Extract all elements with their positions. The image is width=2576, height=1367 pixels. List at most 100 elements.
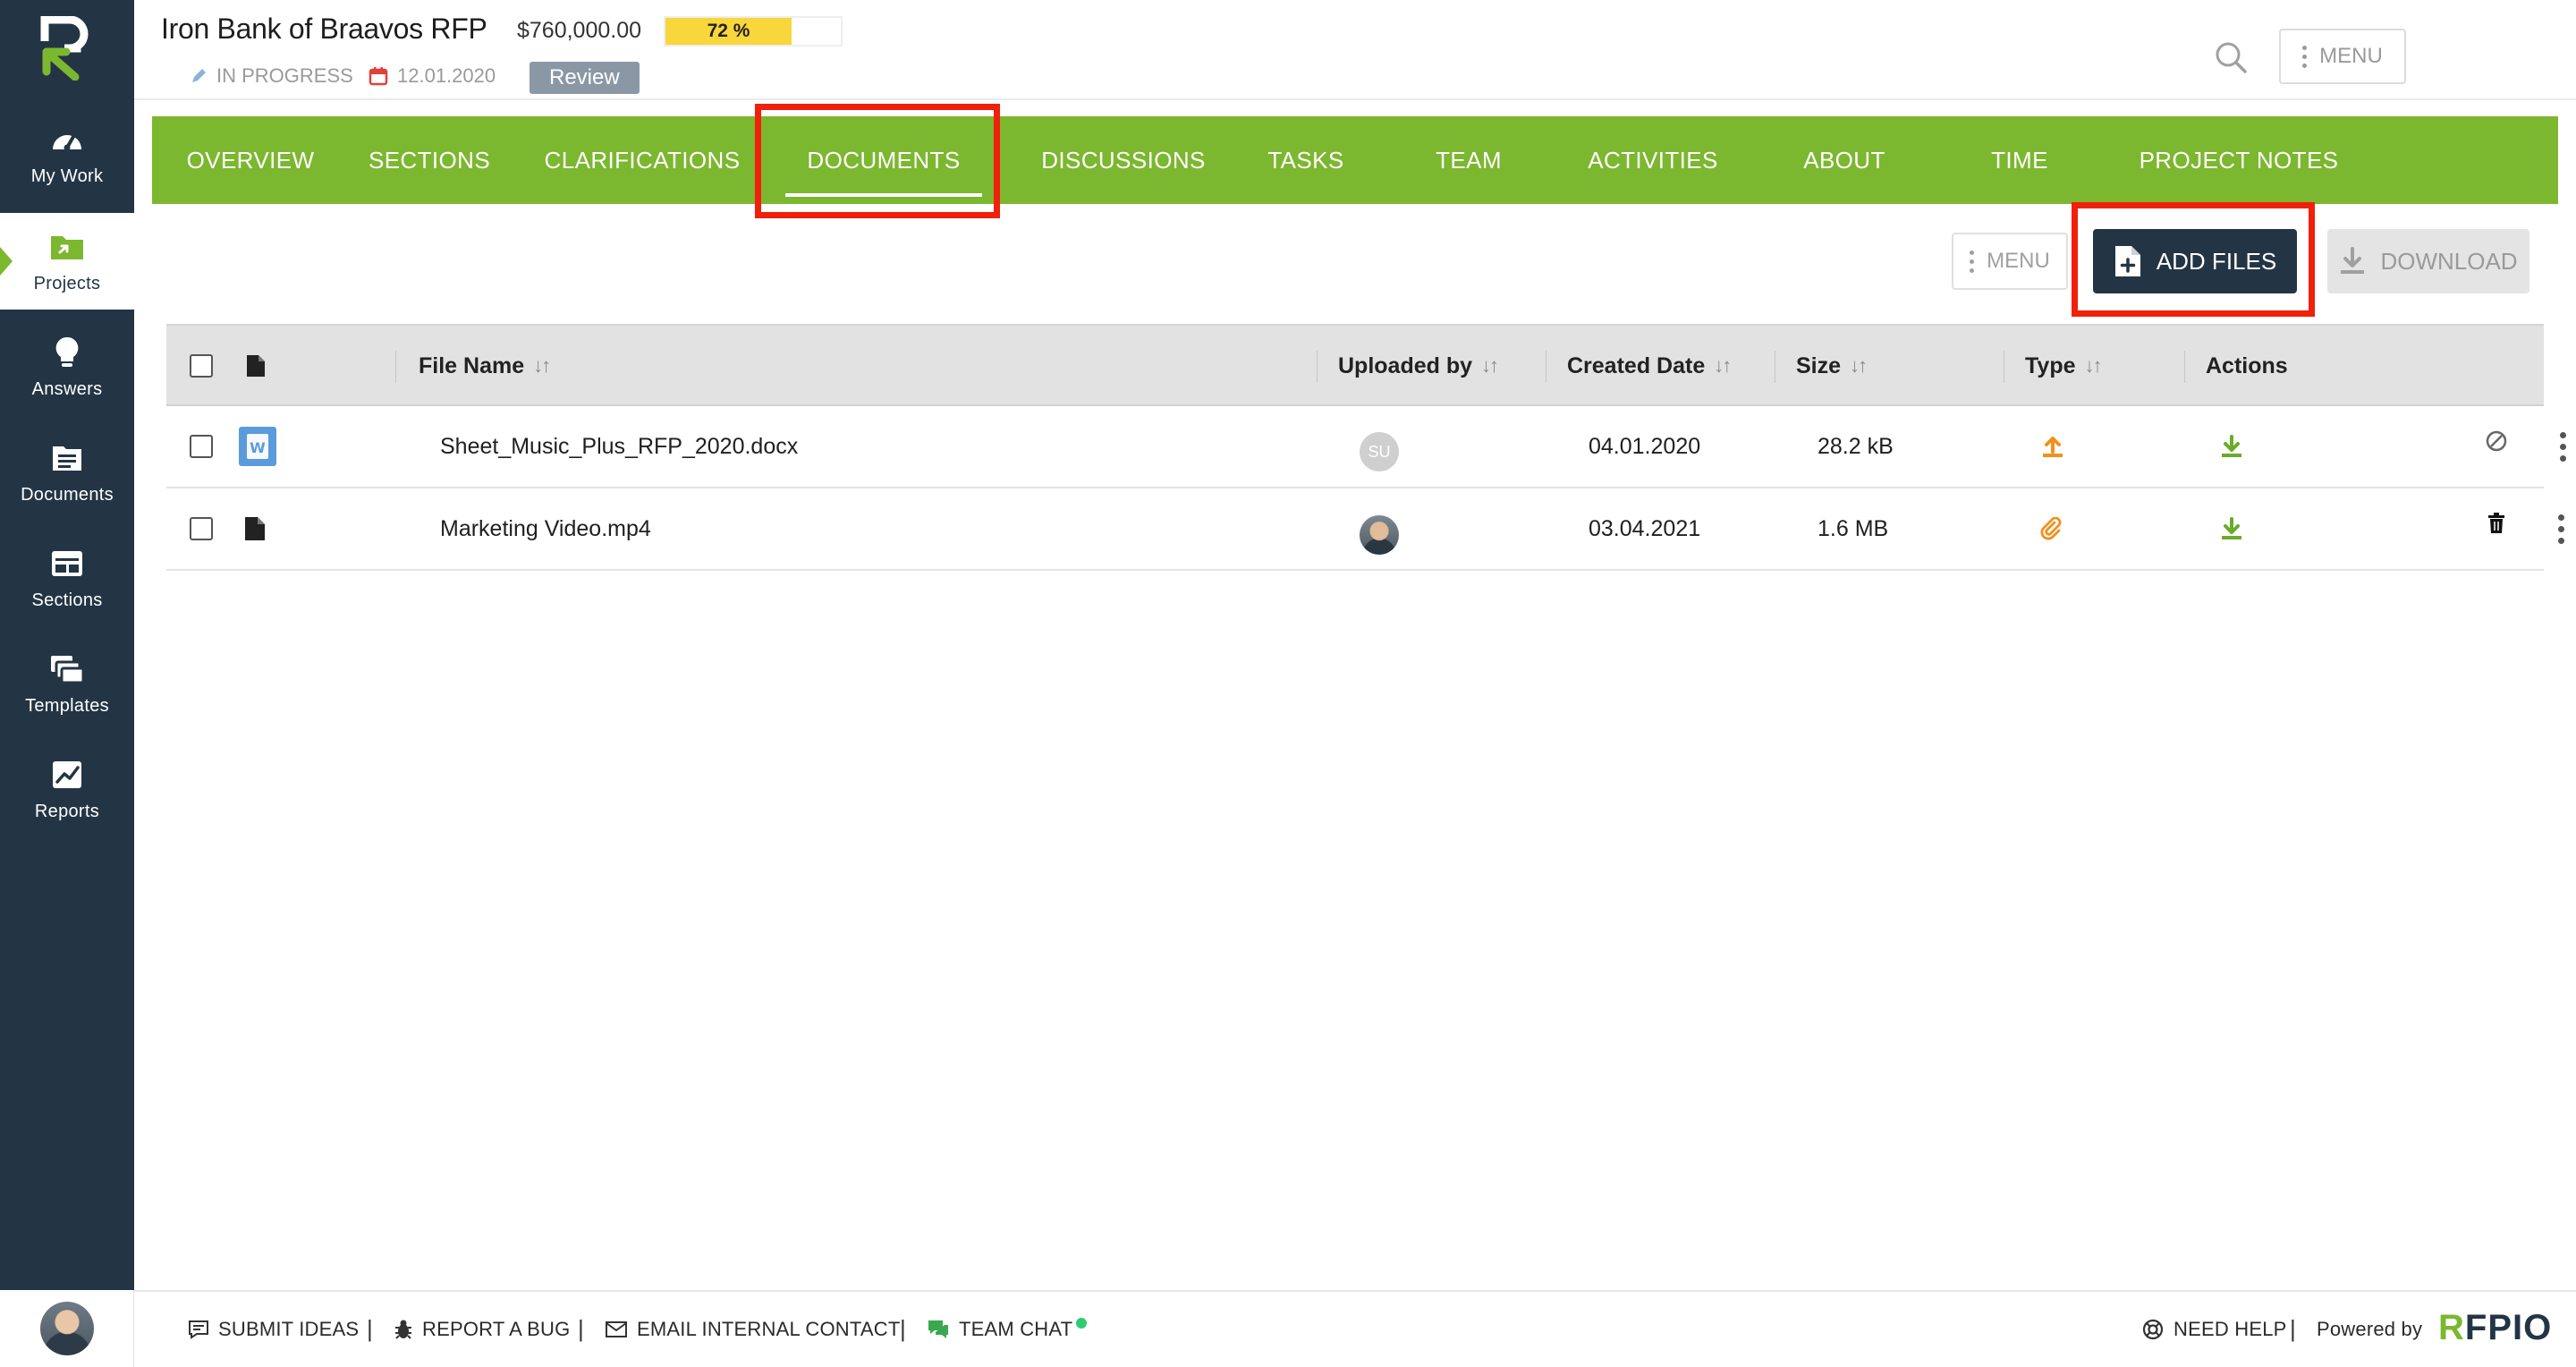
project-header: Iron Bank of Braavos RFP $760,000.00 72 … <box>134 0 2576 100</box>
sidebar-item-my-work[interactable]: My Work <box>0 106 134 202</box>
tab-documents[interactable]: DOCUMENTS <box>785 116 982 204</box>
column-divider <box>1317 351 1318 383</box>
footer-separator: | <box>2290 1315 2296 1342</box>
created-date: 03.04.2021 <box>1589 515 1701 541</box>
project-status-text: IN PROGRESS <box>216 64 353 87</box>
column-actions-label: Actions <box>2206 352 2288 378</box>
bug-icon <box>395 1320 411 1339</box>
sidebar-item-label: Answers <box>31 378 103 399</box>
column-uploaded-by[interactable]: Uploaded by ↓↑ <box>1338 326 1499 406</box>
sort-icon[interactable]: ↓↑ <box>1481 354 1499 378</box>
project-value: $760,000.00 <box>517 18 642 43</box>
file-name-link[interactable]: Marketing Video.mp4 <box>440 488 651 569</box>
table-row: Marketing Video.mp4 03.04.2021 1.6 MB <box>166 488 2564 571</box>
need-help-label: NEED HELP <box>2174 1318 2287 1340</box>
column-size[interactable]: Size ↓↑ <box>1796 326 1868 406</box>
trash-icon[interactable] <box>2487 483 2506 564</box>
sort-icon[interactable]: ↓↑ <box>2085 354 2103 378</box>
file-name-link[interactable]: Sheet_Music_Plus_RFP_2020.docx <box>440 406 798 487</box>
submit-ideas-link[interactable]: SUBMIT IDEAS <box>188 1292 359 1367</box>
team-chat-label: TEAM CHAT <box>959 1318 1073 1340</box>
sidebar-item-label: My Work <box>30 166 104 186</box>
disable-icon[interactable] <box>2485 401 2508 481</box>
online-status-dot <box>1076 1318 1088 1329</box>
select-all-checkbox[interactable] <box>190 354 213 378</box>
email-contact-label: EMAIL INTERNAL CONTACT <box>637 1318 901 1340</box>
sidebar-item-reports[interactable]: Reports <box>0 741 134 837</box>
user-avatar[interactable] <box>39 1302 94 1355</box>
svg-text:W: W <box>250 439 266 456</box>
word-doc-icon: W <box>238 406 277 487</box>
documents-table: File Name ↓↑ Uploaded by ↓↑ Created Date ↓↑… <box>166 324 2566 571</box>
tab-overview[interactable]: OVERVIEW <box>179 116 322 204</box>
search-icon[interactable] <box>2211 38 2250 77</box>
sidebar-item-documents[interactable]: Documents <box>0 424 134 521</box>
sidebar-item-label: Templates <box>25 695 109 716</box>
row-download-icon[interactable] <box>2220 488 2243 569</box>
uploader-photo <box>1360 515 1399 555</box>
templates-icon <box>47 651 87 687</box>
tab-sections[interactable]: SECTIONS <box>369 116 490 204</box>
row-more-icon[interactable] <box>2558 488 2564 569</box>
rfpio-logo-icon[interactable] <box>39 16 95 81</box>
tab-discussions[interactable]: DISCUSSIONS <box>1021 116 1225 204</box>
documents-icon <box>47 440 87 476</box>
sidebar-item-answers[interactable]: Answers <box>0 318 134 415</box>
need-help-link[interactable]: NEED HELP <box>2141 1292 2287 1367</box>
tab-time[interactable]: TIME <box>1957 116 2082 204</box>
sort-icon[interactable]: ↓↑ <box>1714 354 1732 378</box>
uploader-initials: SU <box>1360 432 1399 471</box>
sort-icon[interactable]: ↓↑ <box>1850 354 1868 378</box>
created-date: 04.01.2020 <box>1589 433 1701 459</box>
sidebar-item-sections[interactable]: Sections <box>0 530 134 626</box>
project-due-date: 12.01.2020 <box>369 64 496 88</box>
add-files-label: ADD FILES <box>2156 247 2277 275</box>
footer: SUBMIT IDEAS | REPORT A BUG | EMAIL INTE… <box>134 1290 2576 1367</box>
dashboard-icon <box>47 122 87 157</box>
header-menu-button[interactable]: MENU <box>2279 29 2406 84</box>
download-button[interactable]: DOWNLOAD <box>2327 229 2529 293</box>
row-download-icon[interactable] <box>2220 406 2243 487</box>
file-size: 1.6 MB <box>1818 515 1889 541</box>
tab-activities[interactable]: ACTIVITIES <box>1565 116 1741 204</box>
add-files-button[interactable]: ADD FILES <box>2093 229 2297 293</box>
sidebar-item-projects[interactable]: Projects <box>0 213 134 310</box>
project-stage-badge[interactable]: Review <box>530 62 640 94</box>
row-checkbox[interactable] <box>190 517 213 540</box>
project-progress-bar: 72 % <box>664 16 843 47</box>
email-contact-link[interactable]: EMAIL INTERNAL CONTACT <box>605 1292 901 1367</box>
column-file-name[interactable]: File Name ↓↑ <box>419 326 551 406</box>
tab-tasks[interactable]: TASKS <box>1243 116 1368 204</box>
lifebuoy-icon <box>2142 1319 2164 1340</box>
tab-project-notes[interactable]: PROJECT NOTES <box>2109 116 2368 204</box>
kebab-icon <box>2302 45 2308 68</box>
download-label: DOWNLOAD <box>2380 247 2518 275</box>
tab-clarifications[interactable]: CLARIFICATIONS <box>545 116 741 204</box>
tab-about[interactable]: ABOUT <box>1773 116 1916 204</box>
row-checkbox[interactable] <box>190 435 213 458</box>
column-type-label: Type <box>2025 352 2076 378</box>
row-more-icon[interactable] <box>2560 406 2566 487</box>
sort-icon[interactable]: ↓↑ <box>533 354 551 378</box>
sidebar: My Work Projects Answers Documents Secti… <box>0 0 134 1367</box>
project-title: Iron Bank of Braavos RFP <box>161 13 487 45</box>
documents-menu-button[interactable]: MENU <box>1952 233 2068 290</box>
table-row: W Sheet_Music_Plus_RFP_2020.docx SU 04.0… <box>166 406 2566 488</box>
column-file-name-label: File Name <box>419 352 525 378</box>
tab-team[interactable]: TEAM <box>1415 116 1522 204</box>
team-chat-link[interactable]: TEAM CHAT <box>927 1292 1088 1367</box>
sidebar-item-templates[interactable]: Templates <box>0 635 134 732</box>
rfpio-brand-logo[interactable]: RFPIO <box>2438 1308 2552 1348</box>
user-profile[interactable] <box>0 1290 134 1367</box>
sidebar-item-label: Reports <box>34 801 100 821</box>
file-type-header-icon <box>245 326 267 406</box>
paperclip-icon <box>2039 488 2063 569</box>
column-created-date[interactable]: Created Date ↓↑ <box>1567 326 1732 406</box>
column-actions: Actions <box>2206 326 2288 406</box>
comment-icon <box>189 1320 208 1339</box>
chat-icon <box>928 1320 948 1338</box>
report-bug-link[interactable]: REPORT A BUG <box>394 1292 570 1367</box>
column-created-date-label: Created Date <box>1567 352 1706 378</box>
project-status: IN PROGRESS <box>190 64 353 88</box>
column-type[interactable]: Type ↓↑ <box>2025 326 2103 406</box>
